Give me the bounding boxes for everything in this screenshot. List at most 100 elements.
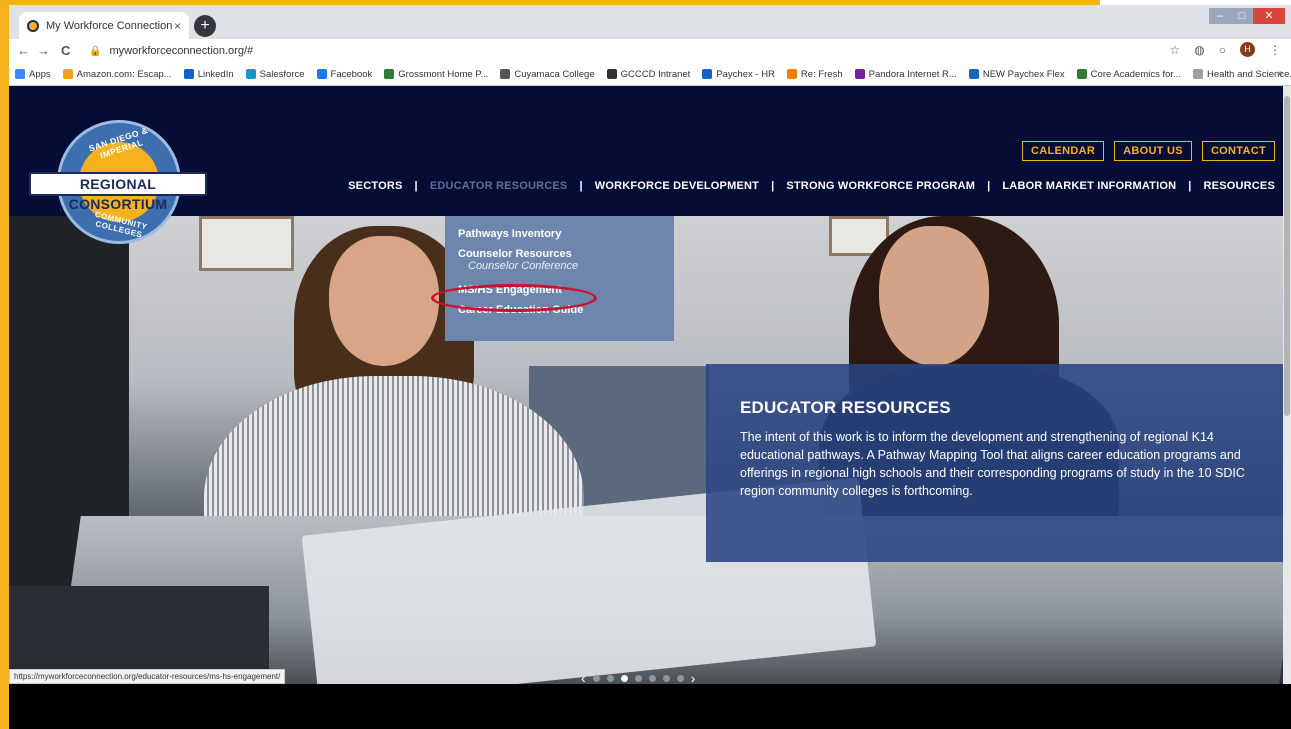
- browser-status-url: https://myworkforceconnection.org/educat…: [9, 669, 286, 684]
- page-scrollbar[interactable]: [1283, 86, 1291, 684]
- bookmark-icon: [786, 69, 797, 79]
- menu-item-pathways-inventory[interactable]: Pathways Inventory: [458, 228, 661, 240]
- menu-icon[interactable]: ⋮: [1269, 43, 1281, 57]
- nav-separator: |: [987, 180, 991, 192]
- carousel-dot[interactable]: [662, 674, 670, 682]
- logo-banner-text: REGIONAL CONSORTIUM: [29, 172, 207, 212]
- tab-close-icon[interactable]: ×: [174, 19, 181, 33]
- bookmark-item[interactable]: NEW Paychex Flex: [968, 68, 1065, 80]
- hero-caption-box: EDUCATOR RESOURCES The intent of this wo…: [706, 364, 1286, 562]
- bookmark-label: Cuyamaca College: [514, 68, 595, 80]
- profile-avatar[interactable]: H: [1240, 42, 1255, 57]
- browser-chrome: My Workforce Connection × + – □ ✕ ← → C …: [9, 5, 1291, 86]
- hero-caption-title: EDUCATOR RESOURCES: [740, 398, 951, 417]
- educator-resources-dropdown: Pathways Inventory Counselor Resources C…: [445, 216, 674, 341]
- reload-icon[interactable]: C: [61, 43, 70, 58]
- nav-strong-workforce-program[interactable]: STRONG WORKFORCE PROGRAM: [786, 180, 975, 192]
- nav-workforce-development[interactable]: WORKFORCE DEVELOPMENT: [595, 180, 759, 192]
- bookmark-icon: [1192, 69, 1203, 79]
- bookmarks-overflow-icon[interactable]: »: [1277, 68, 1283, 79]
- back-icon[interactable]: ←: [17, 43, 30, 58]
- nav-separator: |: [1188, 180, 1192, 192]
- bookmark-item[interactable]: Paychex - HR: [702, 69, 775, 80]
- bookmark-icon: [702, 69, 713, 79]
- bookmark-item[interactable]: Salesforce: [245, 68, 305, 80]
- nav-separator: |: [771, 180, 775, 192]
- extension-icon[interactable]: ◍: [1194, 43, 1204, 57]
- bookmark-item[interactable]: LinkedIn: [183, 69, 234, 80]
- bookmarks-bar: Apps Amazon.com: Escap... LinkedIn Salesfor…: [9, 63, 1291, 86]
- carousel-dot[interactable]: [620, 674, 628, 682]
- bookmark-item[interactable]: Grossmont Home P...: [384, 69, 488, 80]
- bottom-letterbox: [9, 684, 1291, 729]
- carousel-dot[interactable]: [634, 674, 642, 682]
- nav-resources[interactable]: RESOURCES: [1204, 180, 1275, 192]
- consortium-logo[interactable]: SAN DIEGO & IMPERIAL COMMUNITY COLLEGES …: [29, 120, 207, 248]
- browser-toolbar: ← → C 🔒 myworkforceconnection.org/# ☆ ◍ …: [9, 39, 1291, 63]
- browser-tab[interactable]: My Workforce Connection ×: [19, 12, 189, 39]
- toolbar-icons: ☆ ◍ ○ H ⋮: [1170, 42, 1281, 57]
- bookmark-label: Paychex - HR: [716, 68, 775, 80]
- bookmark-icon: [62, 69, 73, 79]
- carousel-dot[interactable]: [648, 674, 656, 682]
- carousel-dot[interactable]: [676, 674, 684, 682]
- site-favicon-icon: [27, 19, 39, 32]
- bookmark-label: Facebook: [330, 68, 373, 80]
- bookmark-label: Amazon.com: Escap...: [76, 68, 172, 80]
- bookmark-icon: [606, 69, 617, 79]
- carousel-next-icon[interactable]: ›: [691, 670, 696, 684]
- menu-item-counselor-conference[interactable]: Counselor Conference: [458, 260, 661, 272]
- new-tab-button[interactable]: +: [194, 15, 216, 37]
- minimize-icon[interactable]: –: [1209, 8, 1231, 24]
- bookmark-icon: [384, 69, 395, 79]
- nav-labor-market-information[interactable]: LABOR MARKET INFORMATION: [1002, 180, 1176, 192]
- tab-bar: My Workforce Connection × + – □ ✕: [9, 5, 1291, 39]
- carousel-dot[interactable]: [606, 674, 614, 682]
- forward-icon[interactable]: →: [37, 43, 50, 58]
- window-close-icon[interactable]: ✕: [1253, 8, 1285, 24]
- bookmark-label: Re: Fresh: [800, 68, 843, 80]
- carousel-controls: ‹ ›: [581, 670, 695, 684]
- bookmark-item[interactable]: Re: Fresh: [786, 68, 843, 80]
- extension-icon[interactable]: ○: [1219, 43, 1226, 57]
- bookmark-item[interactable]: Health and Science...: [1192, 69, 1291, 80]
- bookmark-label: Grossmont Home P...: [398, 68, 489, 80]
- bookmark-star-icon[interactable]: ☆: [1170, 43, 1181, 57]
- bookmark-item[interactable]: Facebook: [316, 68, 373, 80]
- contact-link[interactable]: CONTACT: [1201, 141, 1275, 161]
- carousel-dots: [592, 674, 684, 682]
- bookmark-icon: [245, 69, 256, 79]
- url-text: myworkforceconnection.org/#: [109, 45, 254, 57]
- carousel-dot[interactable]: [592, 674, 600, 682]
- bookmark-item[interactable]: Cuyamaca College: [500, 68, 595, 80]
- bookmark-icon: [1076, 69, 1087, 79]
- bookmark-label: Apps: [29, 68, 51, 80]
- address-bar[interactable]: 🔒 myworkforceconnection.org/#: [89, 42, 1169, 60]
- bookmark-icon: [15, 69, 25, 79]
- maximize-icon[interactable]: □: [1231, 8, 1253, 24]
- bookmark-icon: [500, 69, 511, 79]
- lock-icon: 🔒: [89, 45, 102, 57]
- bookmark-item[interactable]: GCCCD Intranet: [606, 69, 690, 80]
- bookmark-item[interactable]: Amazon.com: Escap...: [62, 68, 172, 80]
- utility-nav: CALENDAR ABOUT US CONTACT: [1021, 141, 1275, 161]
- red-highlight-circle: [431, 284, 597, 312]
- bookmark-label: Salesforce: [259, 68, 305, 80]
- calendar-link[interactable]: CALENDAR: [1021, 141, 1105, 161]
- bookmark-item[interactable]: Pandora Internet R...: [854, 69, 957, 80]
- nav-educator-resources[interactable]: EDUCATOR RESOURCES: [430, 180, 568, 192]
- bookmark-icon: [968, 69, 979, 79]
- carousel-prev-icon[interactable]: ‹: [581, 670, 586, 684]
- nav-separator: |: [414, 180, 418, 192]
- bookmark-icon: [854, 69, 865, 79]
- bookmark-item[interactable]: Core Academics for...: [1076, 69, 1181, 80]
- bookmark-item[interactable]: Apps: [15, 69, 51, 80]
- nav-sectors[interactable]: SECTORS: [348, 180, 402, 192]
- about-us-link[interactable]: ABOUT US: [1114, 141, 1192, 161]
- menu-item-counselor-resources[interactable]: Counselor Resources: [458, 248, 661, 260]
- bookmark-label: NEW Paychex Flex: [982, 68, 1065, 80]
- nav-separator: |: [579, 180, 583, 192]
- bookmark-icon: [316, 69, 327, 79]
- window-controls: – □ ✕: [1209, 8, 1285, 24]
- scrollbar-thumb[interactable]: [1284, 96, 1290, 416]
